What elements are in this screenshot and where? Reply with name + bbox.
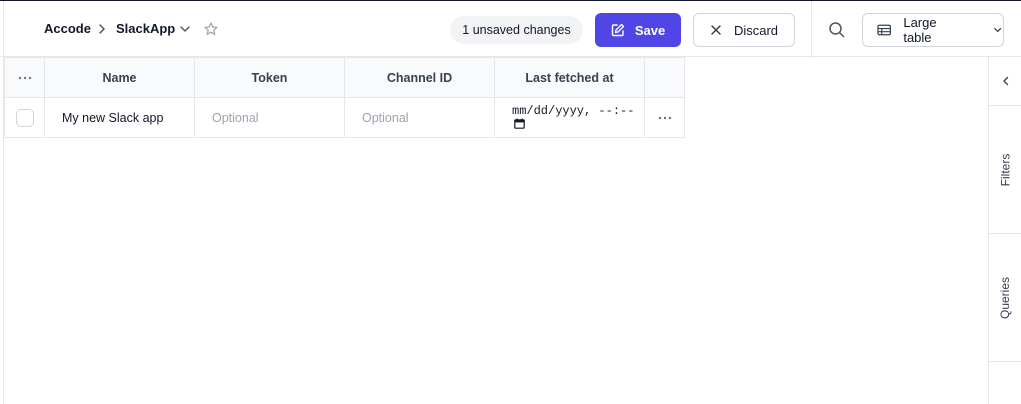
save-label: Save [634, 22, 666, 38]
cell-last-fetched[interactable]: mm/dd/yyyy, --:-- [494, 97, 645, 138]
table-icon [877, 24, 892, 36]
discard-label: Discard [733, 22, 779, 38]
breadcrumb-table[interactable]: SlackApp [116, 19, 175, 39]
side-tab-queries[interactable]: Queries [989, 234, 1021, 362]
column-header-name[interactable]: Name [44, 57, 195, 98]
chevron-left-icon [1002, 76, 1008, 86]
save-button[interactable]: Save [595, 13, 681, 47]
date-input-value: mm/dd/yyyy, --:-- [512, 103, 635, 118]
column-header-token[interactable]: Token [194, 57, 345, 98]
ellipsis-icon [18, 76, 31, 79]
x-icon [711, 25, 721, 35]
side-panel: Filters Queries [988, 57, 1021, 404]
row-checkbox[interactable] [15, 108, 34, 127]
column-menu-cell[interactable] [4, 57, 45, 98]
column-header-actions [644, 57, 685, 98]
side-tab-filters-label: Filters [998, 153, 1013, 186]
discard-button[interactable]: Discard [693, 13, 795, 47]
row-actions-cell[interactable] [644, 97, 685, 138]
records-table: Name Token Channel ID Last fetched at My… [4, 57, 685, 138]
chevron-down-icon [993, 27, 1001, 33]
chevron-right-icon [99, 24, 105, 34]
toolbar-divider [811, 1, 812, 58]
pencil-square-icon [611, 23, 625, 37]
table-header-row: Name Token Channel ID Last fetched at [4, 57, 685, 98]
cell-token[interactable]: Optional [194, 97, 345, 138]
column-header-last-fetched[interactable]: Last fetched at [494, 57, 645, 98]
table-size-dropdown[interactable]: Large table [862, 13, 1004, 47]
cell-name[interactable]: My new Slack app [44, 97, 195, 138]
unsaved-changes-label: 1 unsaved changes [462, 23, 571, 37]
column-header-channel-id[interactable]: Channel ID [344, 57, 495, 98]
unsaved-changes-badge: 1 unsaved changes [450, 16, 583, 44]
cell-channel-id[interactable]: Optional [344, 97, 495, 138]
star-icon[interactable] [203, 21, 219, 37]
collapse-panel-button[interactable] [989, 57, 1021, 106]
chevron-down-icon[interactable] [178, 22, 192, 36]
row-select-cell [4, 97, 45, 138]
ellipsis-icon [658, 116, 671, 119]
side-tab-queries-label: Queries [998, 276, 1013, 319]
top-toolbar: Accode SlackApp 1 unsaved changes Save D… [0, 0, 1021, 58]
search-icon[interactable] [827, 20, 847, 40]
table-size-label: Large table [903, 15, 937, 45]
breadcrumb-workspace[interactable]: Accode [44, 19, 91, 39]
calendar-icon[interactable] [514, 118, 525, 129]
table-row: My new Slack app Optional Optional mm/dd… [4, 97, 685, 138]
side-tab-filters[interactable]: Filters [989, 106, 1021, 234]
